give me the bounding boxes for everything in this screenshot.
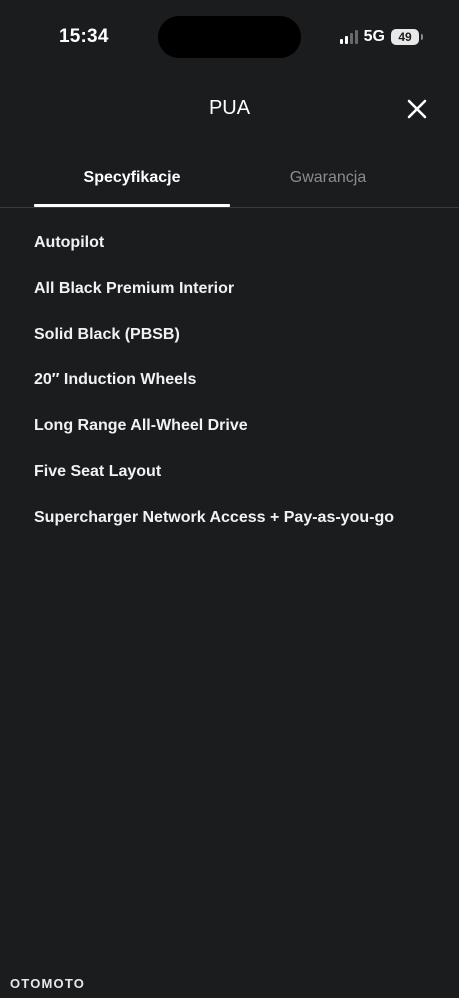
page-title: PUA (208, 97, 251, 119)
spec-item: Solid Black (PBSB) (34, 325, 180, 343)
spec-list: Autopilot All Black Premium Interior Sol… (34, 232, 394, 553)
battery-level: 49 (398, 30, 412, 44)
status-time: 15:34 (59, 26, 109, 47)
spec-item: 20′′ Induction Wheels (34, 371, 197, 389)
cellular-signal-icon (339, 30, 358, 44)
tabs-divider (0, 207, 459, 208)
screen: 15:34 5G 49 PUA Specyfikacje Gwarancja A… (0, 0, 459, 998)
dynamic-island (158, 16, 301, 58)
tab-bar: Specyfikacje Gwarancja (0, 150, 459, 208)
close-button[interactable] (404, 96, 430, 122)
status-indicators: 5G 49 (339, 28, 423, 46)
battery-icon: 49 (391, 29, 423, 45)
spec-item: All Black Premium Interior (34, 279, 235, 297)
spec-item: Long Range All-Wheel Drive (34, 417, 248, 435)
spec-item: Supercharger Network Access + Pay-as-you… (34, 508, 394, 526)
close-icon (407, 99, 427, 119)
spec-item: Autopilot (34, 234, 105, 251)
tab-specifications[interactable]: Specyfikacje (34, 150, 230, 207)
network-type: 5G (363, 28, 385, 45)
spec-item: Five Seat Layout (34, 462, 162, 480)
watermark-logo: OTOMOTO (10, 976, 86, 991)
tab-warranty[interactable]: Gwarancja (230, 150, 426, 206)
